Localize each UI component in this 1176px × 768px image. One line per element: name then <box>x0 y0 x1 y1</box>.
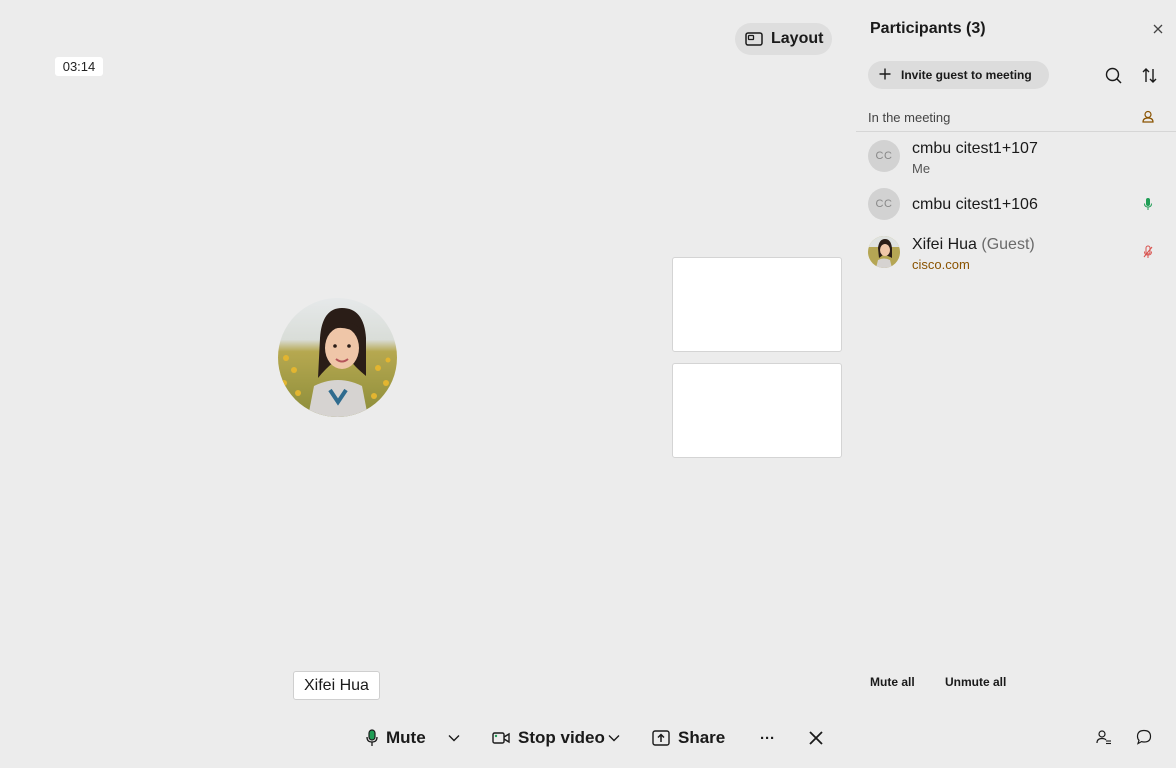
share-icon <box>652 730 670 746</box>
leave-meeting-button[interactable] <box>808 722 824 754</box>
video-tile[interactable] <box>672 363 842 458</box>
microphone-muted-icon <box>1143 245 1153 264</box>
panel-title: Participants (3) <box>870 20 986 37</box>
participant-name: cmbu citest1+107 <box>912 140 1038 157</box>
chevron-down-icon <box>608 734 620 742</box>
section-label: In the meeting <box>868 110 951 125</box>
layout-button[interactable]: Layout <box>735 23 832 55</box>
search-icon <box>1105 67 1122 88</box>
search-participants-button[interactable] <box>1105 67 1122 89</box>
chat-button[interactable] <box>1136 729 1152 750</box>
sort-participants-button[interactable] <box>1141 67 1158 89</box>
microphone-on-icon <box>1143 197 1153 216</box>
unmute-all-button[interactable]: Unmute all <box>945 675 1006 689</box>
mute-button[interactable]: Mute <box>366 722 426 754</box>
close-panel-button[interactable] <box>1150 21 1166 37</box>
speaker-name-label: Xifei Hua <box>293 671 380 700</box>
close-icon <box>808 730 824 746</box>
participant-row[interactable]: CC cmbu citest1+107 Me <box>868 140 1168 180</box>
more-label: ··· <box>760 729 775 747</box>
chevron-down-icon <box>448 734 460 742</box>
host-icon <box>1142 110 1154 128</box>
close-icon <box>1150 24 1166 41</box>
participants-icon <box>1096 730 1112 749</box>
sort-icon <box>1141 68 1158 88</box>
participants-panel: Participants (3) Invite guest to meeting… <box>856 0 1176 768</box>
participant-avatar <box>868 236 900 268</box>
video-tile[interactable] <box>672 257 842 352</box>
mute-label: Mute <box>386 728 426 747</box>
video-camera-icon <box>492 731 510 745</box>
microphone-icon <box>366 729 378 747</box>
mute-options-button[interactable] <box>448 722 460 754</box>
participant-name: cmbu citest1+106 <box>912 196 1038 213</box>
guest-tag: (Guest) <box>981 236 1035 253</box>
invite-label: Invite guest to meeting <box>901 68 1032 82</box>
mute-all-button[interactable]: Mute all <box>870 675 915 689</box>
participant-avatar: CC <box>868 140 900 172</box>
plus-icon <box>879 68 891 83</box>
participant-row[interactable]: CC cmbu citest1+106 <box>868 188 1168 228</box>
meeting-timer: 03:14 <box>55 57 103 76</box>
layout-icon <box>745 32 763 46</box>
share-button[interactable]: Share <box>652 722 725 754</box>
more-options-button[interactable]: ··· <box>760 722 775 754</box>
stop-video-button[interactable]: Stop video <box>492 722 605 754</box>
participant-organization: cisco.com <box>912 257 970 272</box>
chat-bubble-icon <box>1136 729 1152 749</box>
invite-guest-button[interactable]: Invite guest to meeting <box>868 61 1049 89</box>
video-options-button[interactable] <box>608 722 620 754</box>
active-speaker-avatar <box>278 298 397 417</box>
participant-row[interactable]: Xifei Hua (Guest) cisco.com <box>868 236 1168 276</box>
participants-toggle-button[interactable] <box>1096 729 1112 750</box>
participant-avatar: CC <box>868 188 900 220</box>
share-label: Share <box>678 728 726 747</box>
section-divider <box>856 131 1176 132</box>
participant-name: Xifei Hua (Guest) <box>912 236 1035 253</box>
stop-video-label: Stop video <box>518 728 605 747</box>
layout-label: Layout <box>771 30 824 47</box>
participant-subtitle: Me <box>912 161 931 176</box>
meeting-toolbar: Mute Stop video Share ··· <box>0 722 856 754</box>
